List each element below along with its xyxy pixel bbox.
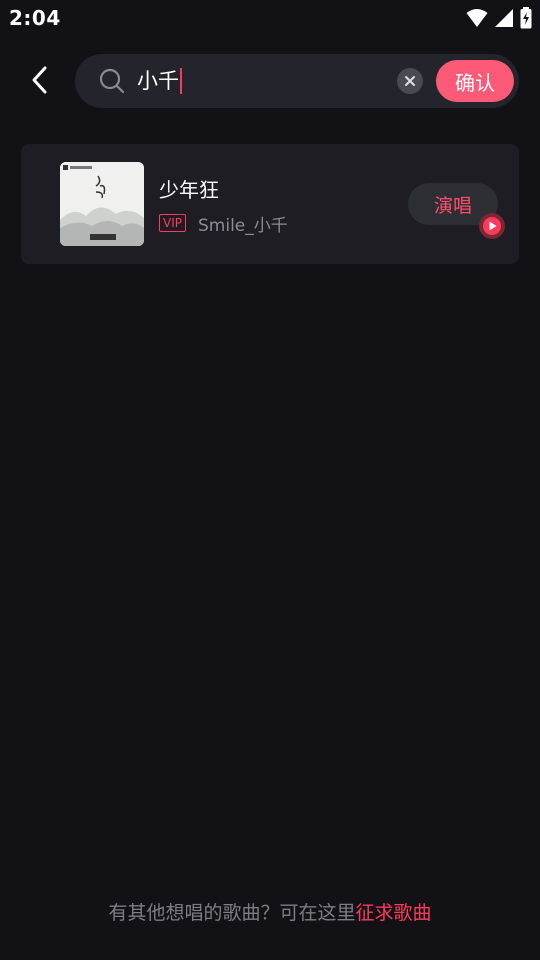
battery-icon [520,7,532,29]
back-button[interactable] [20,60,60,100]
close-icon [405,76,415,86]
screen: 2:04 小千 确认 少年狂 VIP Smile_小千 演唱 有其他想唱的歌曲？… [0,0,540,960]
song-artist: Smile_小千 [198,216,288,236]
chevron-left-icon [32,66,47,94]
vip-badge: VIP [159,214,186,232]
status-time: 2:04 [9,6,61,30]
confirm-button[interactable]: 确认 [436,60,514,102]
album-cover-art [60,162,144,246]
request-song-footer: 有其他想唱的歌曲？可在这里征求歌曲 [0,898,540,925]
footer-prompt: 有其他想唱的歌曲？可在这里 [108,902,356,924]
search-icon [99,68,125,94]
clear-search-button[interactable] [397,68,423,94]
play-preview-icon[interactable] [478,212,506,240]
search-input[interactable]: 小千 [137,67,182,95]
search-query: 小千 [137,69,179,93]
status-bar: 2:04 [0,0,540,36]
search-box[interactable]: 小千 确认 [75,54,519,108]
album-cover [60,162,144,246]
text-caret [180,68,182,94]
request-song-link[interactable]: 征求歌曲 [356,902,432,924]
signal-icon [495,9,513,27]
wifi-icon [466,9,488,27]
song-title: 少年狂 [159,178,219,202]
status-icons [466,6,532,30]
song-result-card[interactable]: 少年狂 VIP Smile_小千 演唱 [21,144,519,264]
